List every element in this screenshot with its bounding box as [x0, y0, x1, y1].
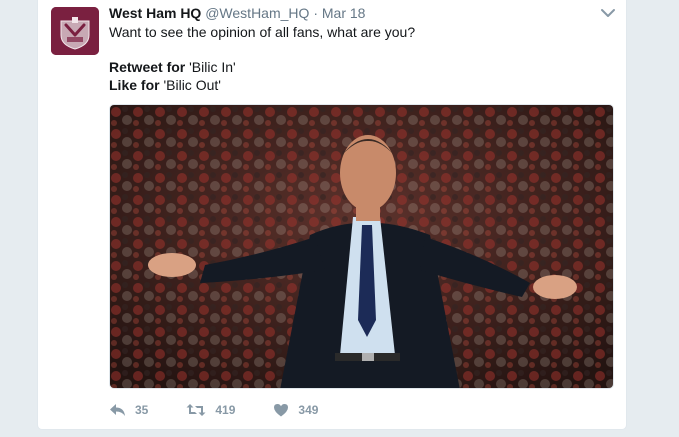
reply-count: 35: [135, 403, 149, 417]
like-button[interactable]: 349: [273, 403, 318, 417]
retweet-option-line: Retweet for 'Bilic In': [109, 58, 609, 76]
reply-icon: [110, 404, 125, 416]
tweet-text: Want to see the opinion of all fans, wha…: [109, 23, 609, 94]
chevron-down-icon[interactable]: [600, 6, 616, 18]
avatar[interactable]: [51, 7, 99, 55]
west-ham-crest-icon: [51, 7, 99, 55]
retweet-option: 'Bilic In': [185, 59, 236, 75]
photo-illustration: [110, 105, 613, 388]
separator-dot: ·: [313, 5, 318, 21]
tweet-text-line1: Want to see the opinion of all fans, wha…: [109, 24, 416, 40]
tweet-actions: 35 419 349: [109, 400, 356, 420]
like-option-line: Like for 'Bilic Out': [109, 76, 609, 94]
tweet-date[interactable]: Mar 18: [322, 5, 366, 21]
reply-button[interactable]: 35: [109, 403, 148, 417]
author-handle[interactable]: @WestHam_HQ: [205, 5, 309, 21]
retweet-button[interactable]: 419: [186, 403, 235, 417]
like-option: 'Bilic Out': [159, 77, 221, 93]
tweet-card[interactable]: West Ham HQ @WestHam_HQ · Mar 18 Want to…: [37, 0, 627, 430]
author-name[interactable]: West Ham HQ: [109, 5, 201, 21]
retweet-prefix: Retweet for: [109, 59, 186, 75]
retweet-count: 419: [215, 403, 236, 417]
retweet-icon: [186, 404, 206, 416]
like-count: 349: [298, 403, 319, 417]
heart-icon: [274, 404, 289, 417]
like-prefix: Like for: [109, 77, 160, 93]
tweet-header: West Ham HQ @WestHam_HQ · Mar 18: [109, 4, 365, 22]
tweet-photo[interactable]: [109, 104, 614, 389]
